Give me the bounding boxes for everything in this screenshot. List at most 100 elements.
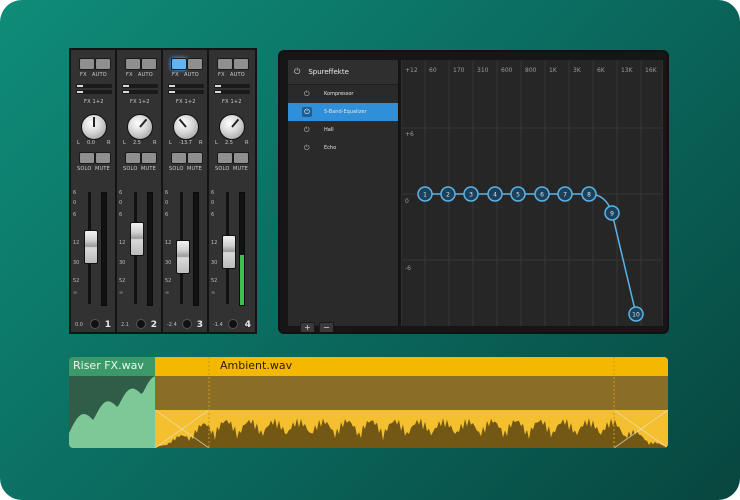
channel-number: 3 (196, 320, 203, 330)
fx-item[interactable]: ⏻ Hall (288, 121, 398, 139)
fx-item[interactable]: ⏻ Echo (288, 139, 398, 157)
send-slider-2[interactable] (76, 90, 112, 94)
eq-node-label[interactable]: 5 (516, 192, 520, 199)
send-slider-1[interactable] (214, 84, 250, 88)
add-fx-button[interactable]: + (300, 322, 315, 332)
eq-graph-svg[interactable]: +12 60 170 310 600 800 1K 3K 6K 13K 16K +6 0 -6 1 2 3 4 5 6… (401, 60, 663, 326)
eq-node-label[interactable]: 1 (423, 192, 427, 199)
fx-toggle-button[interactable] (171, 58, 187, 70)
eq-node-label[interactable]: 3 (469, 192, 473, 199)
eq-node-label[interactable]: 2 (446, 192, 450, 199)
send-slider-2[interactable] (214, 90, 250, 94)
pan-left-label: L (77, 140, 80, 146)
volume-fader[interactable] (176, 240, 190, 274)
fx-window-title: Spureffekte (308, 68, 349, 76)
mute-button[interactable] (95, 152, 111, 164)
scale-label: 30 (119, 260, 126, 266)
power-icon[interactable]: ⏻ (302, 107, 312, 117)
pan-knob[interactable] (219, 114, 245, 140)
power-icon[interactable]: ⏻ (294, 67, 300, 77)
solo-button[interactable] (171, 152, 187, 164)
fx-toggle-button[interactable] (217, 58, 233, 70)
pan-knob[interactable] (173, 114, 199, 140)
pan-right-label: R (245, 140, 249, 146)
solo-button[interactable] (79, 152, 95, 164)
fx-label: FX (218, 72, 225, 78)
solo-label: SOLO (123, 166, 138, 172)
volume-fader[interactable] (84, 230, 98, 265)
mute-button[interactable] (141, 152, 157, 164)
pan-knob[interactable] (127, 114, 153, 140)
scale-label: 0 (211, 200, 215, 206)
solo-label: SOLO (215, 166, 230, 172)
eq-freq-label: 13K (621, 67, 634, 74)
fx-toggle-button[interactable] (125, 58, 141, 70)
eq-node-label[interactable]: 8 (587, 192, 591, 199)
scale-label: 52 (211, 278, 218, 284)
fx-toggle-button[interactable] (79, 58, 95, 70)
io-icon[interactable] (182, 319, 192, 329)
solo-button[interactable] (217, 152, 233, 164)
send-slider-1[interactable] (122, 84, 158, 88)
io-icon[interactable] (90, 319, 100, 329)
auto-toggle-button[interactable] (141, 58, 157, 70)
send-slider-2[interactable] (168, 90, 204, 94)
pan-value: 2.5 (133, 140, 141, 146)
power-icon[interactable]: ⏻ (304, 126, 310, 135)
auto-toggle-button[interactable] (95, 58, 111, 70)
level-meter (147, 192, 153, 306)
level-meter (239, 192, 245, 306)
power-icon[interactable]: ⏻ (304, 144, 310, 153)
eq-node-label[interactable]: 7 (563, 192, 567, 199)
pan-value: -13.7 (179, 140, 192, 146)
eq-node-label[interactable]: 9 (610, 211, 614, 218)
volume-fader[interactable] (130, 222, 144, 257)
scale-label: 12 (211, 240, 218, 246)
auto-label: AUTO (138, 72, 153, 78)
pan-value: 2.5 (225, 140, 233, 146)
scale-label: 6 (119, 190, 123, 196)
auto-toggle-button[interactable] (233, 58, 249, 70)
eq-gain-label: 0 (405, 198, 409, 205)
eq-freq-label: 16K (645, 67, 658, 74)
pan-knob[interactable] (81, 114, 107, 140)
eq-freq-label: 3K (573, 67, 582, 74)
io-icon[interactable] (228, 319, 238, 329)
io-icon[interactable] (136, 319, 146, 329)
pan-right-label: R (153, 140, 157, 146)
send-slider-2[interactable] (122, 90, 158, 94)
volume-fader[interactable] (222, 235, 236, 270)
fx-item[interactable]: ⏻ 5-Band-Equalizer (288, 103, 398, 121)
pan-right-label: R (199, 140, 203, 146)
mute-button[interactable] (187, 152, 203, 164)
channel-footer: 0.0 1 (73, 318, 113, 330)
remove-fx-button[interactable]: − (319, 322, 334, 332)
eq-graph[interactable]: +12 60 170 310 600 800 1K 3K 6K 13K 16K +6 0 -6 1 2 3 4 5 6… (401, 60, 663, 326)
eq-node-label[interactable]: 10 (632, 312, 640, 319)
mute-button[interactable] (233, 152, 249, 164)
eq-gain-label: +6 (405, 131, 414, 138)
scale-label: 52 (73, 278, 80, 284)
eq-freq-label: 6K (597, 67, 606, 74)
fx-item[interactable]: ⏻ Kompressor (288, 85, 398, 103)
eq-node-label[interactable]: 6 (540, 192, 544, 199)
timeline-track[interactable]: Riser FX.wav Ambient.wav (69, 357, 668, 448)
eq-node-label[interactable]: 4 (493, 192, 497, 199)
solo-button[interactable] (125, 152, 141, 164)
fx-label: FX (80, 72, 87, 78)
send-slider-1[interactable] (76, 84, 112, 88)
fx-item-label: Echo (324, 145, 337, 151)
fader-scale: 6 0 6 12 30 52 ∞ (119, 190, 129, 296)
scale-label: 6 (119, 212, 123, 218)
eq-freq-label: 1K (549, 67, 558, 74)
scale-label: 30 (165, 260, 172, 266)
auto-toggle-button[interactable] (187, 58, 203, 70)
power-icon[interactable]: ⏻ (304, 90, 310, 99)
send-slider-1[interactable] (168, 84, 204, 88)
eq-freq-label: 170 (453, 67, 465, 74)
fader-scale: 6 0 6 12 30 52 ∞ (165, 190, 175, 296)
fader-scale: 6 0 6 12 30 52 ∞ (211, 190, 221, 296)
channel-footer: -1.4 4 (211, 318, 253, 330)
mixer-channel-4: FX AUTO FX 1+2 L 2.5 R SOLO MUTE 6 0 6 12 30… (209, 50, 255, 332)
scale-label: ∞ (73, 290, 78, 296)
